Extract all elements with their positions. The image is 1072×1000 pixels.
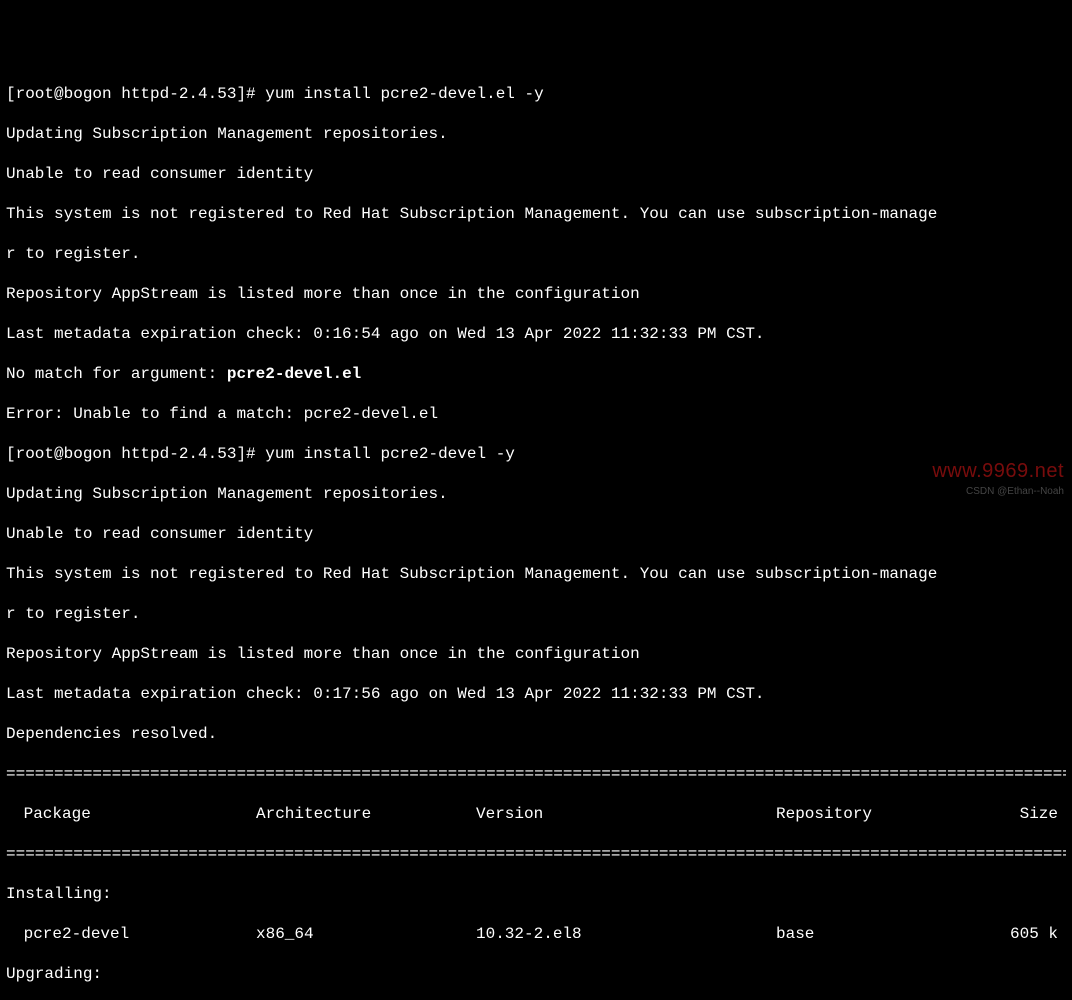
col-size: Size: [986, 804, 1066, 824]
shell-prompt: [root@bogon httpd-2.4.53]#: [6, 445, 265, 463]
command-text[interactable]: yum install pcre2-devel -y: [265, 445, 515, 463]
terminal-line: This system is not registered to Red Hat…: [6, 204, 1066, 224]
cell-repository: base: [776, 924, 986, 944]
terminal-line: Updating Subscription Management reposit…: [6, 484, 1066, 504]
terminal-line: [root@bogon httpd-2.4.53]# yum install p…: [6, 84, 1066, 104]
terminal-line: Dependencies resolved.: [6, 724, 1066, 744]
cell-version: 10.32-2.el8: [476, 924, 776, 944]
shell-prompt: [root@bogon httpd-2.4.53]#: [6, 85, 265, 103]
terminal-line: Repository AppStream is listed more than…: [6, 284, 1066, 304]
terminal-line: Error: Unable to find a match: pcre2-dev…: [6, 404, 1066, 424]
table-header: Package Architecture Version Repository …: [6, 804, 1066, 824]
col-architecture: Architecture: [256, 804, 476, 824]
terminal-line: Unable to read consumer identity: [6, 524, 1066, 544]
divider: ========================================…: [6, 764, 1066, 784]
table-row: pcre2-devel x86_64 10.32-2.el8 base 605 …: [6, 924, 1066, 944]
section-installing: Installing:: [6, 884, 1066, 904]
section-upgrading: Upgrading:: [6, 964, 1066, 984]
cell-architecture: x86_64: [256, 924, 476, 944]
terminal-line: r to register.: [6, 604, 1066, 624]
col-version: Version: [476, 804, 776, 824]
terminal-line: This system is not registered to Red Hat…: [6, 564, 1066, 584]
terminal-line: Last metadata expiration check: 0:16:54 …: [6, 324, 1066, 344]
terminal-line: Unable to read consumer identity: [6, 164, 1066, 184]
terminal-line: No match for argument: pcre2-devel.el: [6, 364, 1066, 384]
terminal-line: r to register.: [6, 244, 1066, 264]
nomatch-argument: pcre2-devel.el: [227, 365, 361, 383]
terminal-line: Last metadata expiration check: 0:17:56 …: [6, 684, 1066, 704]
nomatch-prefix: No match for argument:: [6, 365, 227, 383]
terminal-line: [root@bogon httpd-2.4.53]# yum install p…: [6, 444, 1066, 464]
col-repository: Repository: [776, 804, 986, 824]
terminal-line: Updating Subscription Management reposit…: [6, 124, 1066, 144]
command-text[interactable]: yum install pcre2-devel.el -y: [265, 85, 543, 103]
terminal-line: Repository AppStream is listed more than…: [6, 644, 1066, 664]
cell-size: 605 k: [986, 924, 1066, 944]
divider: ========================================…: [6, 844, 1066, 864]
cell-package: pcre2-devel: [6, 924, 256, 944]
col-package: Package: [6, 804, 256, 824]
